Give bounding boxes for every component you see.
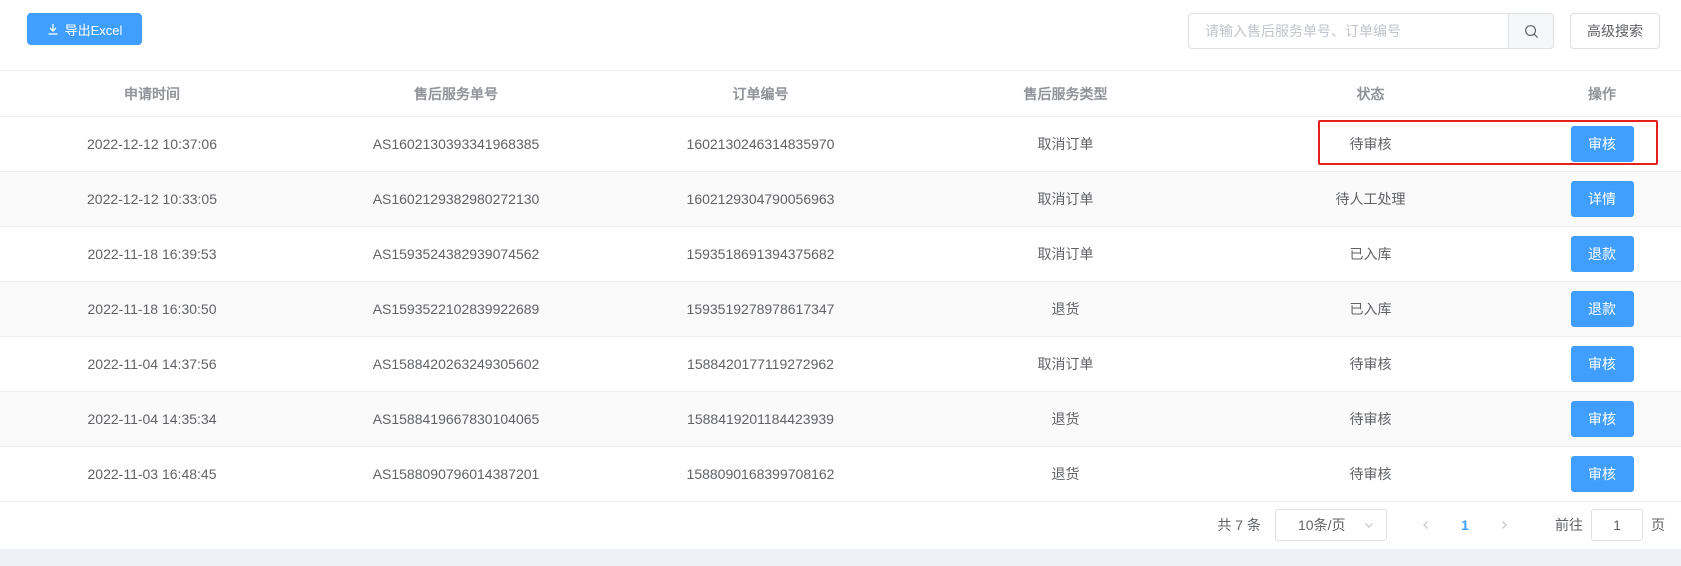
cell-action: 审核 <box>1523 392 1681 446</box>
after-sales-table: 申请时间 售后服务单号 订单编号 售后服务类型 状态 操作 2022-12-12… <box>0 70 1681 502</box>
cell-type: 退货 <box>1051 301 1080 317</box>
row-action-button[interactable]: 审核 <box>1570 401 1634 437</box>
table-row: 2022-11-18 16:39:53 AS159352438293907456… <box>0 227 1681 282</box>
row-action-button[interactable]: 审核 <box>1570 126 1634 162</box>
page-number-current[interactable]: 1 <box>1441 509 1489 541</box>
cell-service-no: AS1593524382939074562 <box>372 246 540 262</box>
column-header: 操作 <box>1588 85 1616 102</box>
table-row: 2022-11-04 14:37:56 AS158842026324930560… <box>0 337 1681 392</box>
search-button[interactable] <box>1508 13 1554 49</box>
cell-action: 审核 <box>1523 337 1681 391</box>
cell-time: 2022-11-04 14:35:34 <box>87 411 217 427</box>
cell-status: 待审核 <box>1349 356 1392 372</box>
search-icon <box>1524 24 1538 38</box>
cell-type: 取消订单 <box>1037 136 1094 152</box>
cell-type: 退货 <box>1051 466 1080 482</box>
pagination: 共 7 条 10条/页 1 前往 页 <box>0 500 1681 550</box>
page-size-value: 10条/页 <box>1298 517 1346 533</box>
export-excel-button[interactable]: 导出Excel <box>27 13 142 45</box>
column-header: 售后服务类型 <box>1023 85 1108 102</box>
cell-type: 退货 <box>1051 411 1080 427</box>
goto-page: 前往 页 <box>1555 509 1665 541</box>
cell-action: 审核 <box>1523 117 1681 171</box>
column-header: 售后服务单号 <box>414 85 498 102</box>
row-action-button[interactable]: 审核 <box>1570 456 1634 492</box>
total-count: 共 7 条 <box>1217 517 1261 533</box>
cell-action: 审核 <box>1523 447 1681 501</box>
prev-page-button[interactable] <box>1411 509 1441 541</box>
page-unit-label: 页 <box>1651 517 1665 533</box>
cell-service-no: AS1602130393341968385 <box>372 136 540 152</box>
cell-status: 已入库 <box>1349 301 1392 317</box>
search-box <box>1188 13 1554 49</box>
cell-action: 详情 <box>1523 172 1681 226</box>
cell-type: 取消订单 <box>1037 246 1094 262</box>
column-header: 订单编号 <box>732 85 789 102</box>
next-page-button[interactable] <box>1489 509 1519 541</box>
row-action-button[interactable]: 审核 <box>1570 346 1634 382</box>
column-header: 申请时间 <box>124 85 180 102</box>
cell-order-no: 1588420177119272962 <box>687 356 834 372</box>
table-row: 2022-12-12 10:33:05 AS160212938298027213… <box>0 172 1681 227</box>
cell-time: 2022-11-18 16:39:53 <box>87 246 217 262</box>
table-row: 2022-11-03 16:48:45 AS158809079601438720… <box>0 447 1681 502</box>
cell-order-no: 1588419201184423939 <box>687 411 834 427</box>
export-excel-label: 导出Excel <box>64 22 123 38</box>
cell-action: 退款 <box>1523 282 1681 336</box>
cell-order-no: 1588090168399708162 <box>686 466 835 482</box>
chevron-left-icon <box>1423 521 1428 529</box>
table-header: 申请时间 售后服务单号 订单编号 售后服务类型 状态 操作 <box>0 71 1681 117</box>
table-row: 2022-11-18 16:30:50 AS159352210283992268… <box>0 282 1681 337</box>
cell-service-no: AS1588090796014387201 <box>372 466 540 482</box>
row-action-button[interactable]: 详情 <box>1570 181 1634 217</box>
cell-order-no: 1602130246314835970 <box>686 136 835 152</box>
goto-label: 前往 <box>1555 517 1583 533</box>
column-header: 状态 <box>1356 85 1385 102</box>
cell-time: 2022-12-12 10:33:05 <box>87 191 217 207</box>
row-action-button[interactable]: 退款 <box>1570 291 1634 327</box>
cell-time: 2022-11-04 14:37:56 <box>87 356 217 372</box>
cell-status: 待审核 <box>1349 136 1392 152</box>
row-action-button[interactable]: 退款 <box>1570 236 1634 272</box>
footer-bar <box>0 549 1681 566</box>
cell-order-no: 1602129304790056963 <box>686 191 835 207</box>
table-row: 2022-12-12 10:37:06 AS160213039334196838… <box>0 117 1681 172</box>
cell-type: 取消订单 <box>1037 356 1094 372</box>
goto-page-input[interactable] <box>1591 509 1643 541</box>
cell-time: 2022-11-03 16:48:45 <box>87 466 217 482</box>
download-icon <box>48 24 58 35</box>
cell-service-no: AS1588420263249305602 <box>372 356 540 372</box>
cell-status: 待审核 <box>1349 466 1392 482</box>
cell-service-no: AS1602129382980272130 <box>372 191 540 207</box>
chevron-down-icon <box>1365 523 1373 528</box>
advanced-search-button[interactable]: 高级搜索 <box>1570 13 1660 49</box>
cell-status: 待审核 <box>1349 411 1392 427</box>
cell-time: 2022-11-18 16:30:50 <box>87 301 217 317</box>
cell-service-no: AS1588419667830104065 <box>372 411 540 427</box>
page-size-select[interactable]: 10条/页 <box>1275 509 1387 541</box>
toolbar: 导出Excel 高级搜索 <box>0 0 1681 71</box>
cell-order-no: 1593518691394375682 <box>686 246 835 262</box>
cell-time: 2022-12-12 10:37:06 <box>87 136 217 152</box>
table-row: 2022-11-04 14:35:34 AS158841966783010406… <box>0 392 1681 447</box>
cell-status: 已入库 <box>1349 246 1392 262</box>
cell-service-no: AS1593522102839922689 <box>372 301 540 317</box>
cell-action: 退款 <box>1523 227 1681 281</box>
cell-order-no: 1593519278978617347 <box>686 301 835 317</box>
search-input[interactable] <box>1188 13 1508 49</box>
cell-status: 待人工处理 <box>1335 191 1406 207</box>
chevron-right-icon <box>1502 521 1507 529</box>
cell-type: 取消订单 <box>1037 191 1094 207</box>
